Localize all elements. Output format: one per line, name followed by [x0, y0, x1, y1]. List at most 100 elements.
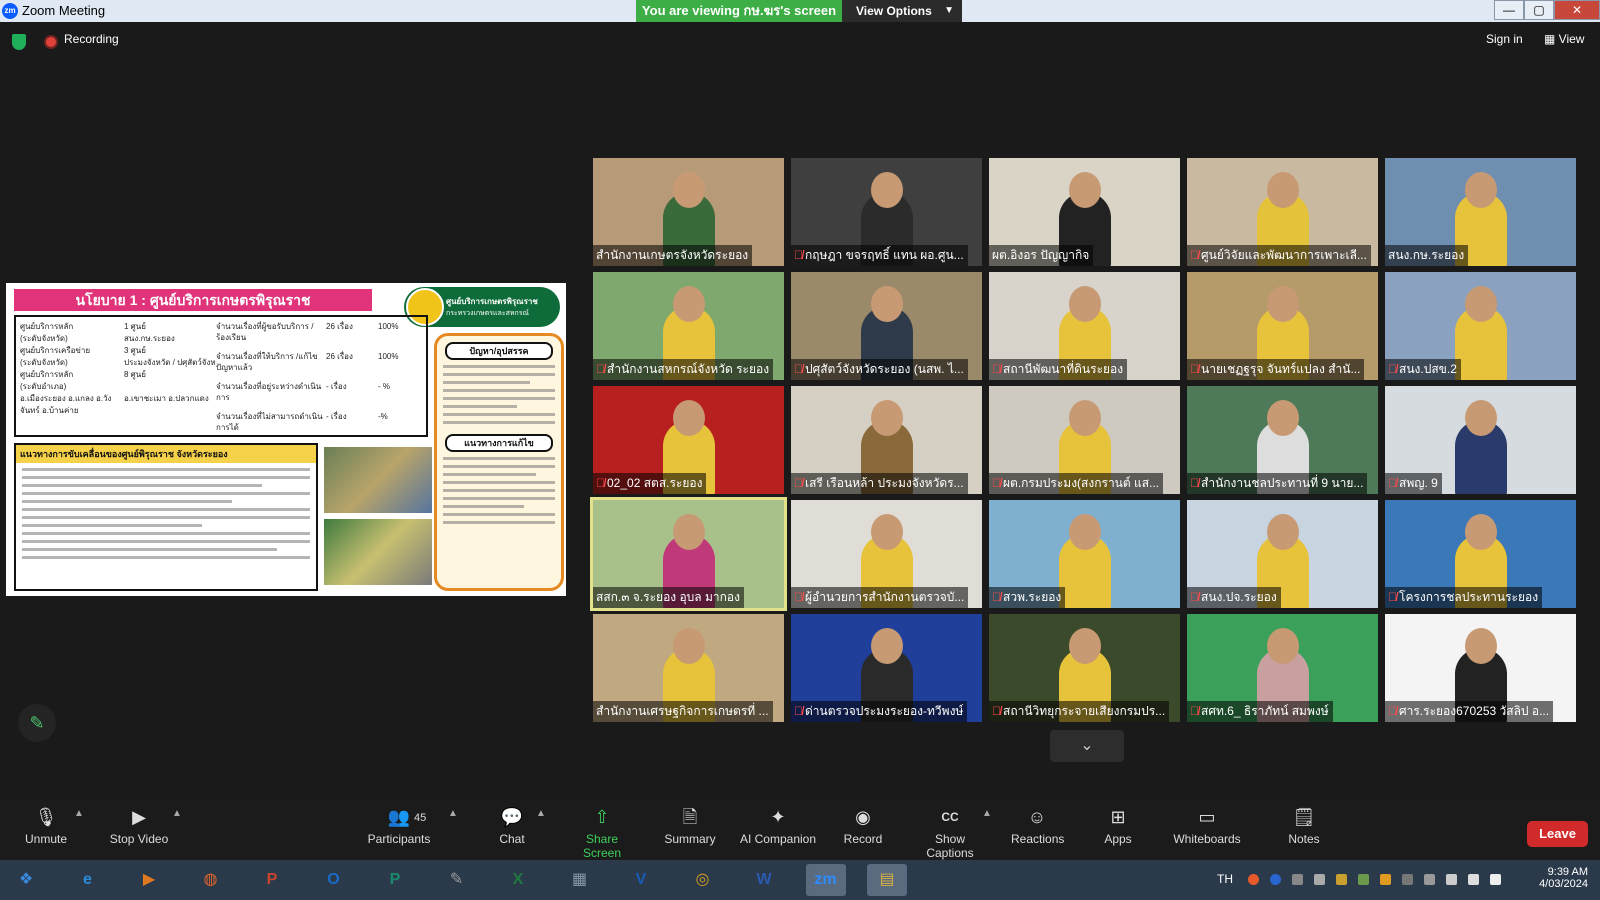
- participant-video-tile[interactable]: สำนักงานเศรษฐกิจการเกษตรที่ ...: [593, 614, 784, 722]
- tray-printer-icon[interactable]: [1314, 874, 1325, 885]
- publisher-icon[interactable]: P: [375, 864, 415, 896]
- tray-folder-icon[interactable]: [1380, 874, 1391, 885]
- scroll-down-chevron-icon[interactable]: ⌄: [1050, 730, 1124, 762]
- participant-video-tile[interactable]: 🎙̸ สวพ.ระยอง: [989, 500, 1180, 608]
- recording-label[interactable]: Recording: [64, 32, 119, 46]
- notes-button[interactable]: 🗒 Notes: [1288, 806, 1320, 846]
- close-window-button[interactable]: ✕: [1554, 0, 1600, 20]
- participant-video-tile[interactable]: 🎙̸ เสรี เรือนหล้า ประมงจังหวัดร...: [791, 386, 982, 494]
- record-icon: ◉: [855, 807, 871, 827]
- view-options-button[interactable]: View Options ▼: [842, 0, 962, 22]
- ai-companion-button[interactable]: ✦ AI Companion: [738, 806, 818, 846]
- start-orb-icon[interactable]: ❖: [6, 864, 46, 896]
- tray-bluetooth-icon[interactable]: [1402, 874, 1413, 885]
- media-icon[interactable]: ▶: [129, 864, 169, 896]
- tray-usb-icon[interactable]: [1424, 874, 1435, 885]
- chat-button[interactable]: 💬 Chat: [492, 806, 532, 846]
- tray-display-icon[interactable]: [1446, 874, 1457, 885]
- participant-video-tile[interactable]: 🎙̸ สนง.ปจ.ระยอง: [1187, 500, 1378, 608]
- participant-face: [871, 628, 903, 664]
- slide-stat-percent: - %: [378, 382, 390, 391]
- participant-video-tile[interactable]: สสก.๓ จ.ระยอง อุบล มากอง: [590, 497, 787, 611]
- participant-video-tile[interactable]: 🎙̸ กฤษฎา ขจรฤทธิ์ แทน ผอ.ศูน...: [791, 158, 982, 266]
- chat-caret-icon[interactable]: ▲: [536, 808, 546, 819]
- participant-video-tile[interactable]: 🎙̸ สำนักงานชลประทานที่ 9 นาย...: [1187, 386, 1378, 494]
- participant-video-tile[interactable]: 🎙̸ ปศุสัตว์จังหวัดระยอง (นสพ. ไ...: [791, 272, 982, 380]
- muted-microphone-icon: 🎙̸: [596, 362, 605, 376]
- view-button[interactable]: ▦ View: [1544, 32, 1584, 46]
- participant-video-tile[interactable]: 🎙̸ ด่านตรวจประมงระยอง-ทวีพงษ์: [791, 614, 982, 722]
- view-label: View: [1558, 32, 1585, 46]
- slide-stat-label: จำนวนเรื่องที่ให้บริการ /แก้ไขปัญหาแล้ว: [216, 352, 318, 372]
- participant-video-tile[interactable]: 🎙̸ ผู้อำนวยการสำนักงานตรวจบั...: [791, 500, 982, 608]
- encryption-shield-icon[interactable]: [12, 34, 26, 50]
- participant-name: สนง.ปจ.ระยอง: [1201, 590, 1277, 604]
- video-options-caret-icon[interactable]: ▲: [172, 808, 182, 819]
- excel-icon[interactable]: X: [498, 864, 538, 896]
- tray-tools-icon[interactable]: [1336, 874, 1347, 885]
- captions-caret-icon[interactable]: ▲: [982, 808, 992, 819]
- tray-monitor-icon[interactable]: [1358, 874, 1369, 885]
- participant-video-tile[interactable]: 🎙̸ ศูนย์วิจัยและพัฒนาการเพาะเลี...: [1187, 158, 1378, 266]
- audio-options-caret-icon[interactable]: ▲: [74, 808, 84, 819]
- record-button[interactable]: ◉ Record: [843, 806, 883, 846]
- participant-video-tile[interactable]: 🎙̸ สศท.6_ ธิราภัทน์ สมพงษ์: [1187, 614, 1378, 722]
- participants-count-badge: 45: [414, 812, 427, 824]
- v-icon[interactable]: V: [621, 864, 661, 896]
- participant-name: กฤษฎา ขจรฤทธิ์ แทน ผอ.ศูน...: [805, 248, 964, 262]
- participant-video-tile[interactable]: สำนักงานเกษตรจังหวัดระยอง: [593, 158, 784, 266]
- unmute-label: Unmute: [24, 832, 68, 846]
- paint-icon[interactable]: ✎: [437, 864, 477, 896]
- summary-button[interactable]: 🗎 Summary: [664, 806, 716, 846]
- participant-video-tile[interactable]: ผต.อิงอร ปัญญากิจ: [989, 158, 1180, 266]
- participant-video-tile[interactable]: 🎙̸ สำนักงานสหกรณ์จังหวัด ระยอง: [593, 272, 784, 380]
- volume-icon[interactable]: [1468, 874, 1479, 885]
- reactions-button[interactable]: ☺ Reactions: [1011, 806, 1064, 846]
- tray-app-icon[interactable]: [1248, 874, 1259, 885]
- calculator-icon[interactable]: ▦: [560, 864, 600, 896]
- firefox-icon[interactable]: ◍: [191, 864, 231, 896]
- participant-video-tile[interactable]: 🎙̸ ผต.กรมประมง(สงกรานต์ แส...: [989, 386, 1180, 494]
- show-captions-button[interactable]: CC Show Captions: [910, 806, 990, 860]
- action-center-flag-icon[interactable]: [1490, 874, 1501, 885]
- maximize-button[interactable]: ▢: [1524, 0, 1554, 20]
- taskbar-clock[interactable]: 9:39 AM 4/03/2024: [1524, 866, 1588, 890]
- word-icon[interactable]: W: [744, 864, 784, 896]
- clock-time: 9:39 AM: [1547, 866, 1588, 878]
- annotate-pencil-icon[interactable]: ✎: [18, 704, 56, 742]
- participant-video-tile[interactable]: 🎙̸ นายเชฏฐรุจ จันทร์แปลง สำนั...: [1187, 272, 1378, 380]
- stop-video-button[interactable]: ▶ Stop Video: [106, 806, 172, 846]
- participant-name: นายเชฏฐรุจ จันทร์แปลง สำนั...: [1201, 362, 1361, 376]
- slide-center-row: อ.เมืองระยอง อ.แกลง อ.วังจันทร์ อ.บ้านค่…: [20, 393, 216, 417]
- leave-button[interactable]: Leave: [1527, 821, 1588, 847]
- tray-network-icon[interactable]: [1292, 874, 1303, 885]
- whiteboards-button[interactable]: ▭ Whiteboards: [1172, 806, 1242, 846]
- ie-icon[interactable]: e: [68, 864, 108, 896]
- participant-video-tile[interactable]: 🎙̸ สนง.ปสข.2: [1385, 272, 1576, 380]
- share-screen-button[interactable]: ⇧ Share Screen: [566, 806, 638, 860]
- participant-name-label: 🎙̸ ศูนย์วิจัยและพัฒนาการเพาะเลี...: [1187, 245, 1371, 266]
- participant-name: สำนักงานเกษตรจังหวัดระยอง: [596, 248, 749, 262]
- participants-caret-icon[interactable]: ▲: [448, 808, 458, 819]
- participant-video-tile[interactable]: 🎙̸ 02_02 สตส.ระยอง: [593, 386, 784, 494]
- tray-zoom-icon[interactable]: [1270, 874, 1281, 885]
- participant-video-tile[interactable]: สนง.กษ.ระยอง: [1385, 158, 1576, 266]
- participant-video-tile[interactable]: 🎙̸ ศาร.ระยอง670253 วัสลิป อ...: [1385, 614, 1576, 722]
- unmute-button[interactable]: 🎙 Unmute: [22, 806, 70, 846]
- chrome-icon[interactable]: ◎: [683, 864, 723, 896]
- participant-video-tile[interactable]: 🎙̸ โครงการชลประทานระยอง: [1385, 500, 1576, 608]
- participant-video-tile[interactable]: 🎙̸ สถานีวิทยุกระจายเสียงกรมปร...: [989, 614, 1180, 722]
- minimize-button[interactable]: —: [1494, 0, 1524, 20]
- zoom-icon[interactable]: zm: [805, 864, 846, 896]
- slide-row-value: ประมงจังหวัด / ปศุสัตว์จังหวัด / ส.ป.ก.: [124, 358, 216, 367]
- outlook-icon[interactable]: O: [314, 864, 354, 896]
- input-language[interactable]: TH: [1217, 872, 1233, 886]
- sign-in-link[interactable]: Sign in: [1486, 32, 1523, 46]
- participant-video-tile[interactable]: 🎙̸ สพญ. 9: [1385, 386, 1576, 494]
- summary-label: Summary: [664, 832, 716, 846]
- participant-video-tile[interactable]: 🎙̸ สถานีพัฒนาที่ดินระยอง: [989, 272, 1180, 380]
- powerpoint-icon[interactable]: P: [252, 864, 292, 896]
- apps-button[interactable]: ⊞ Apps: [1104, 806, 1132, 846]
- explorer-icon[interactable]: ▤: [867, 864, 907, 896]
- slide-approach-panel: แนวทางการขับเคลื่อนของศูนย์พิรุณราช จังห…: [14, 443, 318, 591]
